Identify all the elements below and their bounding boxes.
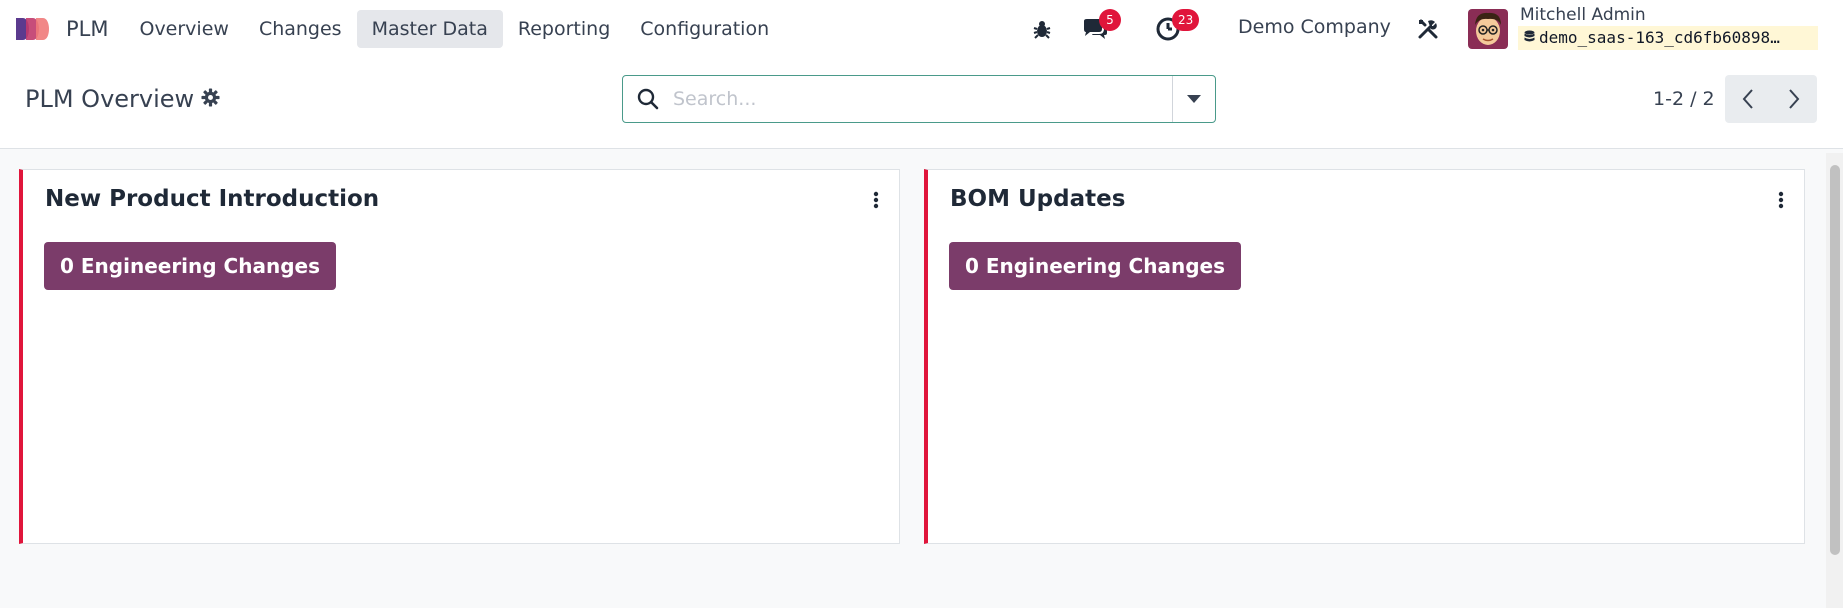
menu-overview[interactable]: Overview	[124, 10, 243, 48]
pager-next-button[interactable]	[1771, 75, 1817, 123]
pager-value[interactable]: 1-2 / 2	[1653, 88, 1715, 110]
app-name[interactable]: PLM	[66, 17, 108, 41]
database-icon	[1524, 27, 1535, 51]
database-label: demo_saas-163_cd6fb60898…	[1539, 28, 1780, 47]
menu-master-data[interactable]: Master Data	[356, 10, 503, 48]
app-brand[interactable]: PLM	[14, 0, 108, 58]
card-menu-icon[interactable]	[869, 188, 883, 212]
control-panel: PLM Overview Search... 1-2 / 2	[0, 58, 1843, 149]
caret-down-icon	[1187, 95, 1201, 103]
activities-badge: 23	[1172, 9, 1200, 31]
user-name[interactable]: Mitchell Admin	[1520, 5, 1646, 25]
gear-icon[interactable]	[201, 88, 220, 111]
scrollbar-thumb[interactable]	[1830, 165, 1840, 555]
search-bar	[622, 75, 1216, 123]
pager-previous-button[interactable]	[1725, 75, 1771, 123]
search-input[interactable]	[673, 84, 1143, 114]
main-menu: Overview Changes Master Data Reporting C…	[124, 10, 784, 48]
company-switcher[interactable]: Demo Company	[1238, 16, 1391, 38]
card-title: BOM Updates	[950, 186, 1126, 212]
database-name[interactable]: demo_saas-163_cd6fb60898…	[1518, 26, 1818, 50]
bug-icon[interactable]	[1027, 14, 1057, 44]
menu-configuration[interactable]: Configuration	[625, 10, 784, 48]
page-title: PLM Overview	[25, 85, 195, 113]
card-title: New Product Introduction	[45, 186, 380, 212]
engineering-changes-button[interactable]: 0 Engineering Changes	[949, 242, 1241, 290]
kanban-card[interactable]: New Product Introduction 0 Engineering C…	[19, 169, 900, 544]
engineering-changes-button[interactable]: 0 Engineering Changes	[44, 242, 336, 290]
tools-icon[interactable]	[1413, 14, 1443, 44]
search-options-toggle[interactable]	[1172, 76, 1215, 122]
chevron-left-icon	[1742, 89, 1753, 109]
user-avatar[interactable]	[1468, 9, 1508, 49]
kanban-card[interactable]: BOM Updates 0 Engineering Changes	[924, 169, 1805, 544]
search-icon	[637, 88, 659, 114]
menu-reporting[interactable]: Reporting	[503, 10, 625, 48]
menu-changes[interactable]: Changes	[244, 10, 357, 48]
chevron-right-icon	[1789, 89, 1800, 109]
card-menu-icon[interactable]	[1774, 188, 1788, 212]
top-navbar: PLM Overview Changes Master Data Reporti…	[0, 0, 1843, 58]
plm-logo-icon	[16, 18, 49, 40]
messages-badge: 5	[1099, 9, 1121, 31]
